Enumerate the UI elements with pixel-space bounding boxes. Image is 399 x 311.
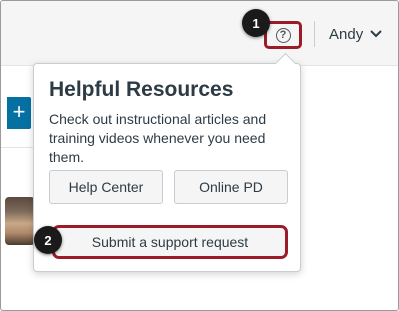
help-popover: Helpful Resources Check out instructiona…: [33, 52, 301, 272]
chevron-down-icon: [370, 30, 382, 38]
top-header-bar: ? Andy: [1, 1, 398, 66]
help-center-label: Help Center: [68, 179, 144, 195]
online-pd-button[interactable]: Online PD: [174, 170, 288, 204]
avatar: [5, 197, 35, 245]
online-pd-label: Online PD: [199, 179, 263, 195]
add-button[interactable]: +: [7, 97, 31, 129]
submit-support-request-button[interactable]: Submit a support request: [52, 225, 288, 259]
plus-icon: +: [12, 99, 26, 124]
step-callout-2: 2: [34, 226, 62, 254]
user-name: Andy: [329, 25, 364, 43]
submit-support-request-label: Submit a support request: [91, 234, 249, 250]
user-menu[interactable]: Andy: [329, 24, 383, 44]
step-callout-2-number: 2: [44, 232, 52, 248]
step-callout-1-number: 1: [252, 15, 260, 31]
popover-title: Helpful Resources: [49, 78, 234, 101]
step-callout-1: 1: [242, 9, 270, 37]
popover-description: Check out instructional articles and tra…: [49, 111, 267, 165]
help-icon: ?: [275, 27, 291, 43]
app-window: ? Andy 1 + Helpful Resources Check out i…: [0, 0, 399, 311]
help-icon-glyph: ?: [279, 29, 287, 41]
header-divider: [314, 21, 315, 47]
help-center-button[interactable]: Help Center: [49, 170, 163, 204]
